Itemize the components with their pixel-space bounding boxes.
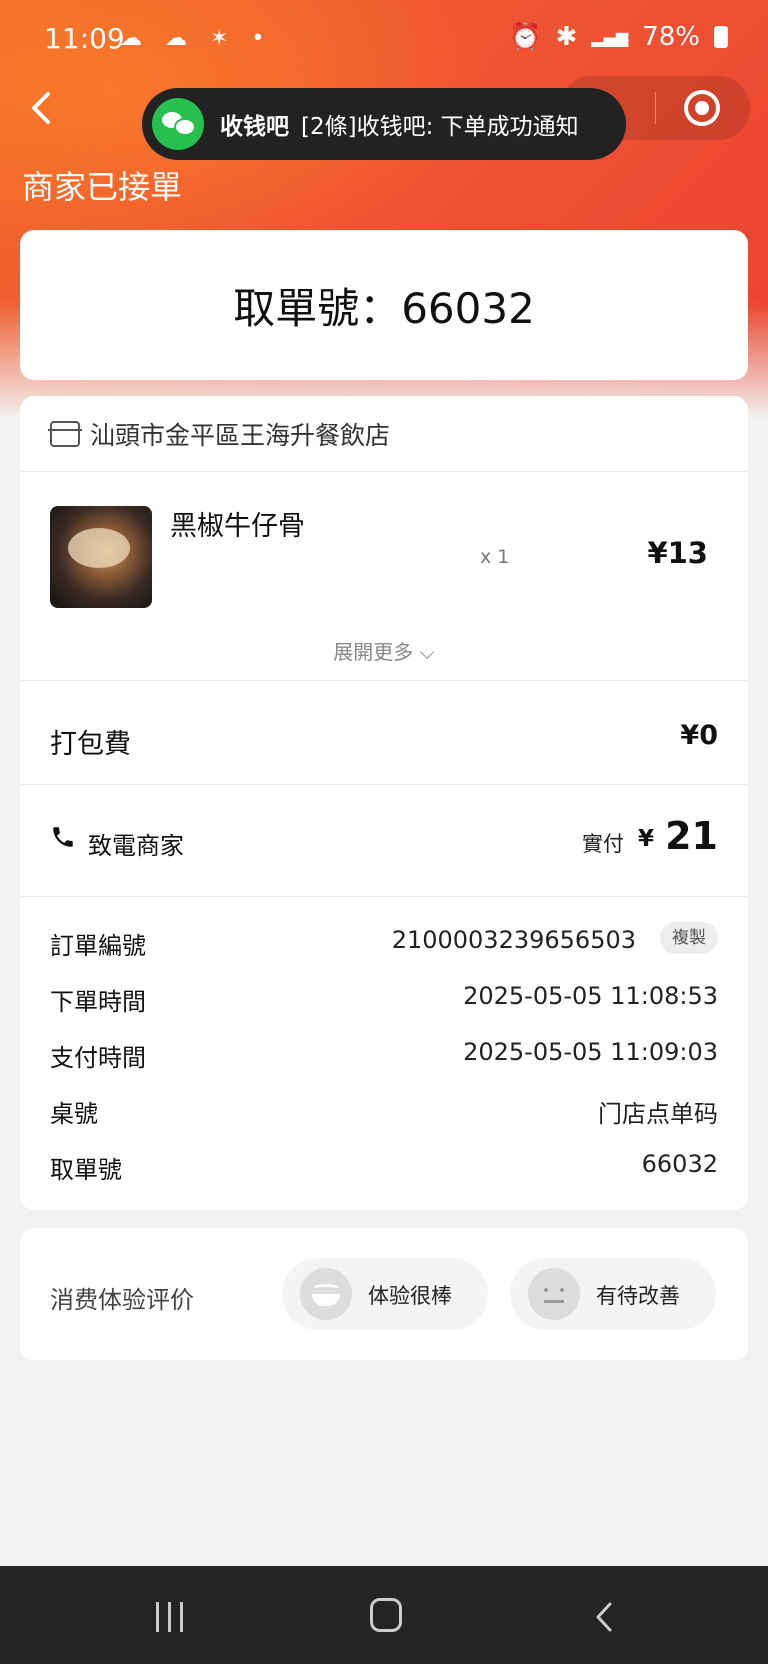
capsule-divider [655, 92, 656, 124]
pickup-card: 取單號：66032 [20, 230, 748, 380]
review-card: 消费体验评价 体验很棒 有待改善 [20, 1228, 748, 1360]
status-bar: 11:09 ☁ ☁ ✶ • ⏰ ✱ ▂▄▆ 78% [0, 0, 768, 80]
pay-time-value: 2025-05-05 11:09:03 [463, 1038, 718, 1066]
item-name: 黑椒牛仔骨 [170, 511, 305, 542]
item-price: ¥13 [647, 536, 708, 570]
table-label: 桌號 [50, 1100, 98, 1128]
packing-fee-value: ¥0 [680, 720, 718, 751]
review-bad-label: 有待改善 [596, 1284, 680, 1308]
toast-app-name: 收钱吧 [220, 114, 289, 140]
notification-icons: ☁ ☁ ✶ • [120, 26, 273, 51]
order-time-value: 2025-05-05 11:08:53 [463, 982, 718, 1010]
order-card: 汕頭市金平區王海升餐飲店 黑椒牛仔骨 x 1 ¥13 展開更多 ⌵ 打包費 ¥0… [20, 396, 748, 1210]
packing-fee-label: 打包費 [50, 729, 131, 760]
paid-currency: ¥ [637, 826, 654, 852]
item-image [50, 506, 152, 608]
back-arrow-icon[interactable] [20, 86, 64, 130]
close-target-icon[interactable] [684, 90, 720, 126]
pickup-number-value: 66032 [641, 1150, 718, 1178]
battery-text: 78% [642, 22, 700, 52]
table-value: 门店点单码 [598, 1100, 718, 1128]
alarm-icon: ⏰ [509, 22, 542, 52]
expand-more-button[interactable]: 展開更多 ⌵ [20, 636, 748, 665]
call-merchant-link[interactable]: 致電商家 [88, 826, 184, 861]
smile-face-icon [300, 1268, 352, 1320]
order-status-title: 商家已接單 [22, 168, 183, 206]
order-number-value: 2100003239656503 [391, 926, 636, 954]
store-row[interactable]: 汕頭市金平區王海升餐飲店 [20, 396, 748, 472]
status-time: 11:09 [44, 22, 125, 55]
pickup-number-label: 取單號 [50, 1156, 122, 1184]
wechat-icon [152, 98, 204, 150]
battery-icon [714, 26, 728, 48]
home-icon[interactable] [370, 1598, 402, 1632]
divider [20, 680, 748, 681]
signal-icon: ▂▄▆ [591, 27, 629, 47]
bluetooth-icon: ✱ [555, 22, 578, 52]
order-number-label: 訂單編號 [50, 932, 146, 960]
phone-icon[interactable] [50, 824, 76, 850]
store-icon [48, 420, 82, 447]
review-label: 消费体验评价 [50, 1286, 194, 1314]
order-time-row: 下單時間 2025-05-05 11:08:53 [50, 982, 718, 1022]
paid-amount: 21 [665, 814, 718, 858]
system-nav-bar [0, 1566, 768, 1664]
divider [20, 784, 748, 785]
item-quantity: x 1 [480, 546, 510, 568]
paid-label: 實付 [582, 832, 624, 856]
divider [20, 896, 748, 897]
copy-button[interactable]: 複製 [660, 922, 718, 954]
pickup-number: 取單號：66032 [233, 283, 535, 333]
status-right: ⏰ ✱ ▂▄▆ 78% [509, 22, 728, 52]
pickup-number-row: 取單號 66032 [50, 1150, 718, 1190]
pay-time-label: 支付時間 [50, 1044, 146, 1072]
review-good-button[interactable]: 体验很棒 [282, 1258, 488, 1330]
toast-message: [2條]收钱吧: 下单成功通知 [301, 114, 579, 140]
chevron-down-icon: ⌵ [413, 640, 435, 664]
order-time-label: 下單時間 [50, 988, 146, 1016]
nav-back-icon[interactable] [590, 1600, 620, 1634]
neutral-face-icon [528, 1268, 580, 1320]
review-good-label: 体验很棒 [368, 1284, 452, 1308]
table-row: 桌號 门店点单码 [50, 1094, 718, 1134]
order-number-row: 訂單編號 2100003239656503 複製 [50, 922, 718, 966]
pay-time-row: 支付時間 2025-05-05 11:09:03 [50, 1038, 718, 1078]
recent-apps-icon[interactable] [154, 1602, 188, 1632]
notification-toast[interactable]: 收钱吧 [2條]收钱吧: 下单成功通知 [142, 88, 626, 160]
store-name: 汕頭市金平區王海升餐飲店 [90, 420, 391, 450]
expand-more-label: 展開更多 [333, 640, 414, 664]
review-bad-button[interactable]: 有待改善 [510, 1258, 716, 1330]
